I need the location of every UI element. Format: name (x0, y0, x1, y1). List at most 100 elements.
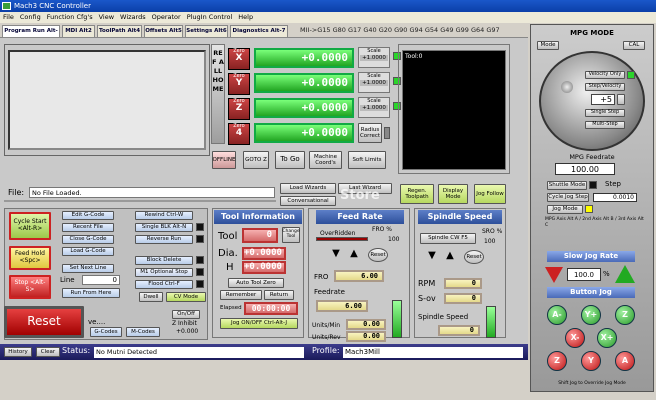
jog-rate-down-icon[interactable] (545, 267, 563, 283)
mpg-mode-button[interactable]: Mode (537, 41, 559, 50)
line-number-field[interactable]: 0 (82, 275, 120, 285)
zero-x-button[interactable]: Zero X (228, 48, 250, 70)
stop-button[interactable]: Stop <Alt-S> (9, 275, 51, 299)
jog-a-plus-button[interactable]: A (615, 351, 635, 371)
zero-4-button[interactable]: Zero 4 (228, 123, 250, 145)
flood-button[interactable]: Flood Ctrl-F (135, 280, 193, 289)
mpg-counter[interactable]: +5 (591, 94, 615, 105)
spindle-down-icon[interactable]: ▼ (426, 250, 438, 261)
spindle-up-icon[interactable]: ▲ (444, 250, 456, 261)
single-block-button[interactable]: Single BLK Alt-N (135, 223, 193, 232)
return-button[interactable]: Return (264, 290, 294, 300)
jog-y-minus-button[interactable]: Y (581, 351, 601, 371)
dro-y[interactable]: +0.0000 (254, 73, 354, 93)
mpg-feedrate-field[interactable]: 100.00 (555, 163, 615, 175)
fro-dro[interactable]: 6.00 (334, 270, 384, 282)
multi-step-button[interactable]: Multi-Step (585, 121, 625, 129)
scale-y-value[interactable]: +1.0000 (360, 80, 388, 86)
velocity-only-button[interactable]: Velocity Only (585, 71, 625, 79)
set-next-line-button[interactable]: Set Next Line (62, 264, 114, 273)
single-step-button[interactable]: Single Step (585, 109, 625, 117)
menu-plugin[interactable]: PlugIn Control (187, 13, 233, 21)
feed-hold-button[interactable]: Feed Hold <Spc> (9, 246, 51, 270)
rewind-button[interactable]: Rewind Ctrl-W (135, 211, 193, 220)
menu-wizards[interactable]: Wizards (120, 13, 146, 21)
jog-y-plus-button[interactable]: Y+ (581, 305, 601, 325)
reverse-run-button[interactable]: Reverse Run (135, 235, 193, 244)
edit-gcode-button[interactable]: Edit G-Code (62, 211, 114, 220)
load-gcode-button[interactable]: Load G-Code (62, 247, 114, 256)
mpg-counter-button[interactable] (617, 94, 625, 105)
dro-z[interactable]: +0.0000 (254, 98, 354, 118)
shuttle-mode-button[interactable]: Shuttle Mode (547, 181, 587, 190)
load-wizards-button[interactable]: Load Wizards (280, 183, 336, 194)
clear-button-bar[interactable]: Clear (36, 347, 60, 357)
feed-up-icon[interactable]: ▲ (348, 248, 360, 259)
tool-diameter-dro[interactable]: +0.0000 (242, 247, 286, 260)
spindle-cw-button[interactable]: Spindle CW F5 (420, 233, 476, 244)
mpg-cal-button[interactable]: CAL (623, 41, 645, 50)
machine-coords-button[interactable]: Machine Coord's (309, 151, 342, 169)
change-tool-button[interactable]: Change Tool (282, 227, 300, 243)
feedrate-dro[interactable]: 6.00 (316, 300, 368, 312)
jog-follow-button[interactable]: Jog Follow (474, 184, 506, 204)
soft-limits-button[interactable]: Soft Limits (348, 151, 386, 169)
feed-reset-button[interactable]: Reset (368, 248, 388, 262)
spindle-speed-dro[interactable]: 0 (438, 325, 480, 336)
feed-down-icon[interactable]: ▼ (330, 248, 342, 259)
tab-diagnostics[interactable]: Diagnostics Alt-7 (230, 25, 288, 37)
goto-z-button[interactable]: GOTO Z (243, 151, 269, 169)
radius-correct-button[interactable]: Radius Correct (358, 123, 382, 143)
tab-offsets[interactable]: Offsets Alt5 (144, 25, 183, 37)
menu-file[interactable]: File (3, 13, 14, 21)
cycle-jog-step-button[interactable]: Cycle Jog Step (547, 193, 589, 202)
jog-mode-button[interactable]: Jog Mode (547, 205, 583, 214)
tool-number-dro[interactable]: 0 (242, 228, 278, 243)
jog-x-plus-button[interactable]: X+ (597, 328, 617, 348)
regen-toolpath-button[interactable]: Regen. Toolpath (400, 184, 434, 204)
tool-height-dro[interactable]: +0.0000 (242, 261, 286, 274)
menu-help[interactable]: Help (238, 13, 253, 21)
jog-z-minus-button[interactable]: Z (547, 351, 567, 371)
jog-onoff-button[interactable]: Jog ON/OFF Ctrl-Alt-J (220, 318, 298, 329)
block-delete-button[interactable]: Block Delete (135, 256, 193, 265)
jog-x-minus-button[interactable]: X- (565, 328, 585, 348)
tab-toolpath[interactable]: ToolPath Alt4 (97, 25, 142, 37)
spindle-reset-button[interactable]: Reset (464, 250, 484, 264)
ref-all-home-button[interactable]: REF ALL HOME (211, 44, 225, 144)
feed-slider[interactable] (392, 300, 402, 338)
mcodes-button[interactable]: M-Codes (126, 327, 160, 337)
remember-button[interactable]: Remember (220, 290, 262, 300)
jog-step-field[interactable]: 0.0010 (593, 193, 637, 202)
dro-4[interactable]: +0.0000 (254, 123, 354, 143)
scale-x-value[interactable]: +1.0000 (360, 55, 388, 61)
jog-a-minus-button[interactable]: A- (547, 305, 567, 325)
dro-x[interactable]: +0.0000 (254, 48, 354, 68)
cycle-start-button[interactable]: Cycle Start <Alt-R> (9, 212, 51, 240)
zero-y-button[interactable]: Zero Y (228, 73, 250, 95)
conversational-button[interactable]: Conversational (280, 196, 336, 206)
scale-z-value[interactable]: +1.0000 (360, 105, 388, 111)
reset-button[interactable]: Reset (4, 306, 84, 338)
z-inhibit-onoff-button[interactable]: On/Off (172, 310, 200, 319)
menu-config[interactable]: Config (20, 13, 41, 21)
jog-z-plus-button[interactable]: Z (615, 305, 635, 325)
spindle-slider[interactable] (486, 306, 496, 338)
auto-tool-zero-button[interactable]: Auto Tool Zero (228, 278, 284, 288)
menu-view[interactable]: View (99, 13, 114, 21)
slow-jog-rate-field[interactable]: 100.0 (567, 268, 601, 281)
m1-optional-stop-button[interactable]: M1 Optional Stop (135, 268, 193, 277)
to-go-button[interactable]: To Go (275, 151, 305, 169)
close-gcode-button[interactable]: Close G-Code (62, 235, 114, 244)
offline-button[interactable]: OFFLINE (212, 151, 236, 169)
zero-z-button[interactable]: Zero Z (228, 98, 250, 120)
recent-file-button[interactable]: Recent File (62, 223, 114, 232)
history-button-bar[interactable]: History (4, 347, 32, 357)
menu-operator[interactable]: Operator (152, 13, 181, 21)
tab-mdi[interactable]: MDI Alt2 (62, 25, 95, 37)
run-from-here-button[interactable]: Run From Here (62, 288, 120, 298)
step-velocity-button[interactable]: Step/Velocity (585, 83, 625, 91)
gcodes-button[interactable]: G-Codes (90, 327, 122, 337)
tab-program-run[interactable]: Program Run Alt-1 (2, 25, 60, 45)
tab-settings[interactable]: Settings Alt6 (185, 25, 228, 37)
